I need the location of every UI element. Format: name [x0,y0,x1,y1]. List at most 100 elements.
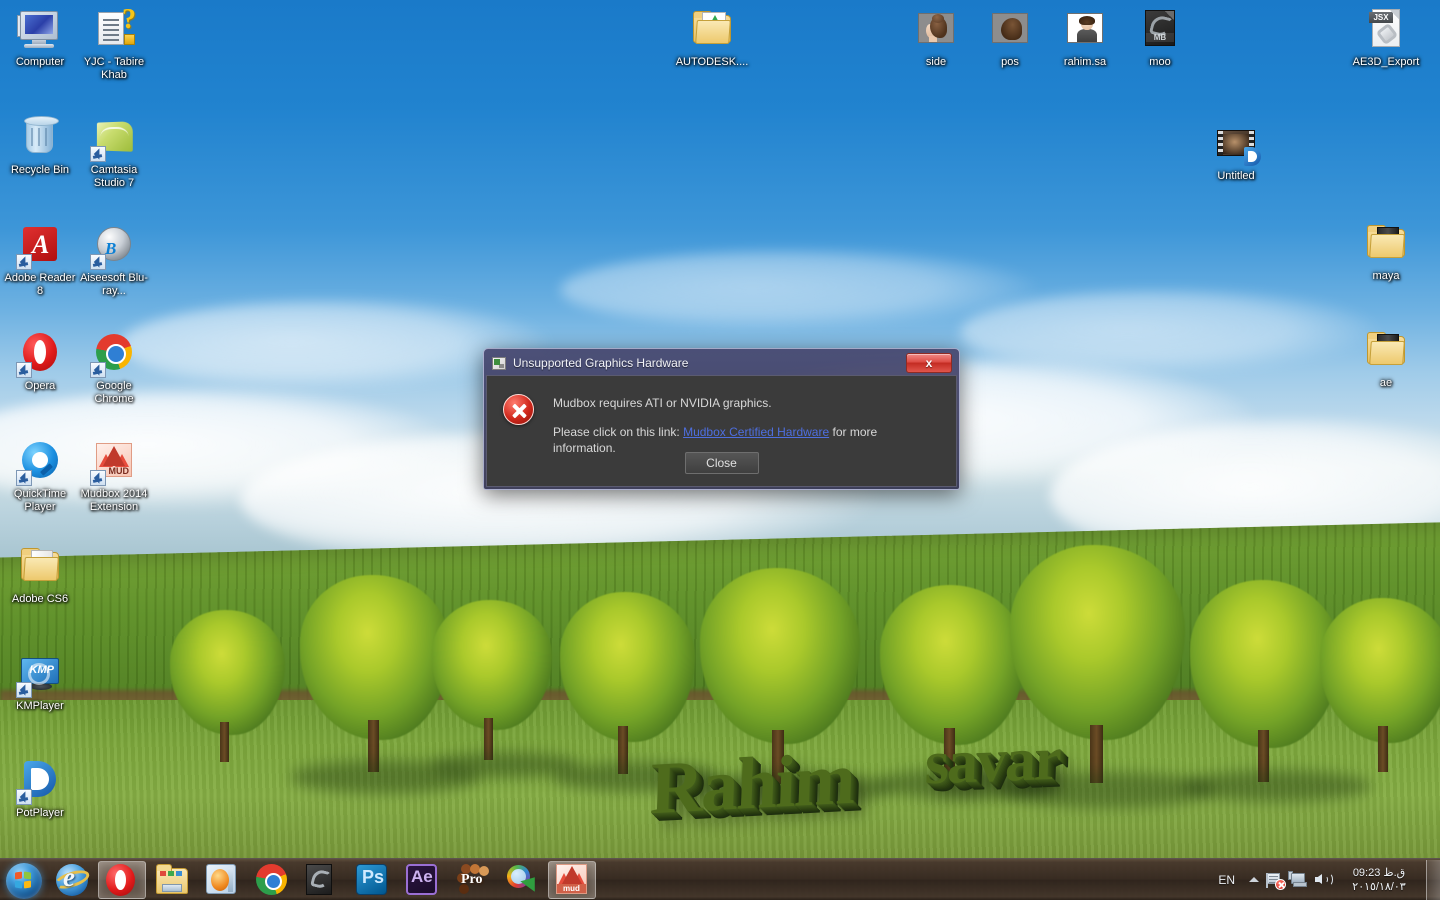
desktop[interactable]: Rahim savar Computer ? YJC - Tabire Khab… [0,0,1440,900]
desktop-icon-yjc-tabire-khab[interactable]: ? YJC - Tabire Khab [76,6,152,82]
taskbar-button-autodesk-maya[interactable] [298,861,346,899]
desktop-icon-side-image[interactable]: side [898,6,974,69]
taskbar-button-adobe-photoshop[interactable] [348,861,396,899]
desktop-icon-camtasia-studio-7[interactable]: Camtasia Studio 7 [76,114,152,190]
opera-icon [16,330,64,378]
chevron-up-icon[interactable] [1246,869,1262,891]
shortcut-overlay-icon [16,470,32,486]
mudbox-icon: mud [556,863,588,896]
desktop-icon-untitled-video[interactable]: Untitled [1198,120,1274,183]
show-desktop-button[interactable] [1426,859,1440,900]
windows-explorer-icon [156,863,188,896]
desktop-icon-label: Recycle Bin [10,164,70,176]
network-icon[interactable] [1288,869,1310,891]
desktop-icon-label: rahim.sa [1063,56,1107,68]
desktop-icon-label: Google Chrome [94,380,134,405]
quicktime-icon [16,438,64,486]
dialog-message-line-1: Mudbox requires ATI or NVIDIA graphics. [553,396,772,410]
taskbar-button-opera[interactable] [98,860,146,899]
folder-icon [16,543,64,591]
desktop-icon-potplayer[interactable]: PotPlayer [2,757,78,820]
desktop-icon-adobe-reader-8[interactable]: A Adobe Reader 8 [2,222,78,298]
taskbar-button-adobe-after-effects[interactable] [398,861,446,899]
volume-icon[interactable] [1312,869,1334,891]
cloud [960,290,1380,375]
windows-logo-icon [6,862,42,899]
start-button[interactable] [3,861,47,899]
action-center-flag-icon[interactable] [1264,869,1286,891]
desktop-icon-maya-folder[interactable]: maya [1348,220,1424,283]
cloud [560,250,1040,330]
system-tray[interactable]: EN 09:23 ق.ظ ٢٠١٥/١٨/٠٣ [1209,861,1424,899]
taskbar-button-internet-explorer[interactable] [48,861,96,899]
tree-trunk [1378,726,1388,772]
recycle-bin-icon [16,114,64,162]
desktop-icon-quicktime-player[interactable]: QuickTime Player [2,438,78,514]
premiere-pro-icon: Pro [456,863,489,896]
folder-icon [1362,220,1410,268]
dialog-body: Mudbox requires ATI or NVIDIA graphics. … [486,375,957,487]
image-thumbnail-icon [1061,6,1109,54]
taskbar-button-google-chrome[interactable] [248,861,296,899]
shortcut-overlay-icon [16,682,32,698]
desktop-icon-recycle-bin[interactable]: Recycle Bin [2,114,78,177]
dialog-title-bar[interactable]: Unsupported Graphics Hardware x [486,351,957,375]
desktop-icon-aiseesoft-bluray[interactable]: B Aiseesoft Blu-ray... [76,222,152,298]
close-button[interactable]: Close [684,452,759,474]
desktop-icon-label: pos [1001,56,1019,68]
image-thumbnail-icon [986,6,1034,54]
clock-time: 09:23 ق.ظ [1352,866,1406,879]
close-window-button[interactable]: x [906,353,952,373]
mudbox-window-icon [492,356,506,370]
tree-trunk [220,722,229,762]
taskbar-button-windows-media-player[interactable] [198,861,246,899]
shortcut-overlay-icon [16,789,32,805]
desktop-icon-rahim-sa-image[interactable]: rahim.sa [1047,6,1123,69]
adobe-reader-icon: A [16,222,64,270]
desktop-icon-label: Computer [15,56,65,68]
clock[interactable]: 09:23 ق.ظ ٢٠١٥/١٨/٠٣ [1336,861,1422,899]
tree-shadow [1182,770,1372,802]
desktop-icon-label: maya [1372,270,1400,282]
shortcut-overlay-icon [90,146,106,162]
taskbar-button-autodesk-mudbox[interactable]: mud [548,860,596,899]
desktop-icon-autodesk-folder[interactable]: AUTODESK.... [674,6,750,69]
maya-icon [306,863,338,896]
desktop-icon-ae3d-export-jsx[interactable]: JSX AE3D_Export [1348,6,1424,69]
photoshop-icon [356,863,388,896]
desktop-icon-label: Aiseesoft Blu-ray... [80,272,148,297]
unsupported-graphics-hardware-dialog[interactable]: Unsupported Graphics Hardware x Mudbox r… [483,348,960,490]
folder-icon [1362,327,1410,375]
desktop-icon-ae-folder[interactable]: ae [1348,327,1424,390]
taskbar-button-windows-explorer[interactable] [148,861,196,899]
language-indicator[interactable]: EN [1209,873,1244,887]
dialog-title: Unsupported Graphics Hardware [513,356,689,370]
idm-icon [506,864,539,896]
desktop-icon-label: YJC - Tabire Khab [83,56,145,81]
desktop-icon-label: Camtasia Studio 7 [90,164,138,189]
taskbar[interactable]: Pro mud EN [0,858,1440,900]
maya-binary-file-icon: MB [1136,6,1184,54]
desktop-icon-google-chrome[interactable]: Google Chrome [76,330,152,406]
internet-explorer-icon [52,862,92,896]
bluray-icon: B [90,222,138,270]
autodesk-folder-icon [688,6,736,54]
desktop-icon-moo-maya-binary[interactable]: MB moo [1122,6,1198,69]
desktop-icon-pos-image[interactable]: pos [972,6,1048,69]
desktop-icon-label: Mudbox 2014 Extension [80,488,148,513]
error-x-icon [503,394,534,425]
desktop-icon-opera[interactable]: Opera [2,330,78,393]
chrome-icon [90,330,138,378]
mudbox-icon: MUD [90,438,138,486]
desktop-icon-adobe-cs6[interactable]: Adobe CS6 [2,543,78,606]
taskbar-button-adobe-premiere-pro[interactable]: Pro [448,861,496,899]
desktop-icon-kmplayer[interactable]: KMP KMPlayer [2,650,78,713]
desktop-icon-label: ae [1379,377,1393,389]
desktop-icon-mudbox-2014-extension[interactable]: MUD Mudbox 2014 Extension [76,438,152,514]
taskbar-button-internet-download-manager[interactable] [498,861,546,899]
desktop-icon-computer[interactable]: Computer [2,6,78,69]
dialog-button-row: Close [487,452,956,474]
dialog-message-prefix: Please click on this link: [553,425,680,439]
mudbox-certified-hardware-link[interactable]: Mudbox Certified Hardware [683,425,829,439]
jsx-script-file-icon: JSX [1362,6,1410,54]
